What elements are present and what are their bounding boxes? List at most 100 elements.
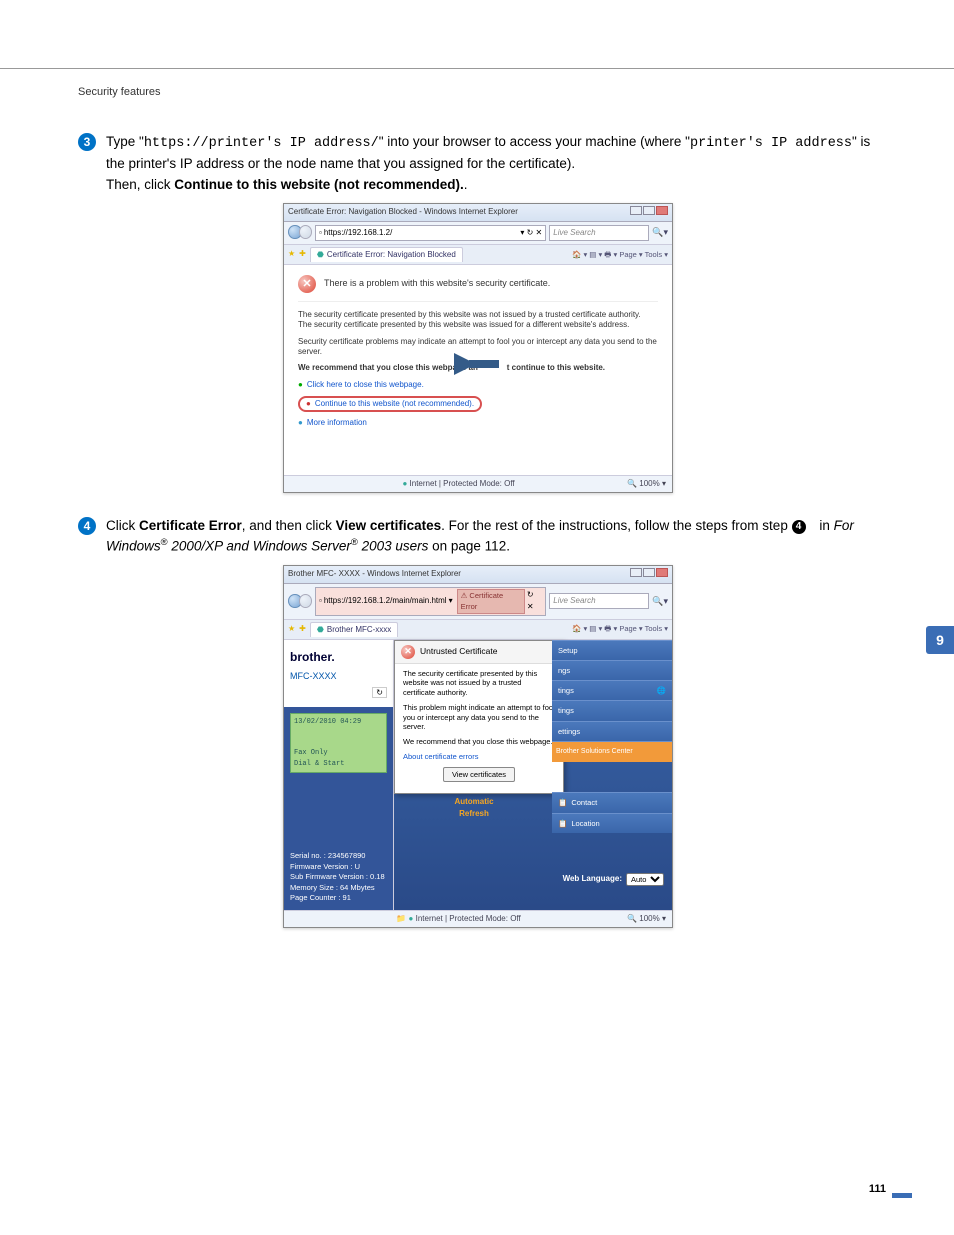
ie-tab-bar-2: ★ ✚ ⬣ Brother MFC-xxxx 🏠 ▾ ▤ ▾ 🖶 ▾ Page … bbox=[284, 620, 672, 640]
cert-para-1: The security certificate presented by th… bbox=[298, 310, 658, 331]
brother-solutions-center[interactable]: Brother Solutions Center bbox=[552, 741, 672, 763]
brother-model: MFC-XXXX bbox=[290, 670, 387, 684]
close-webpage-link[interactable]: Click here to close this webpage. bbox=[298, 380, 424, 389]
certificate-error-badge[interactable]: ⚠ Certificate Error bbox=[457, 589, 525, 614]
info-memory: Memory Size : 64 Mbytes bbox=[290, 883, 387, 894]
favorites-icon-2[interactable]: ★ bbox=[288, 623, 295, 635]
s4-i2: 2000/XP and Windows Server bbox=[168, 539, 351, 554]
refresh-icon[interactable]: ▾ ↻ ✕ bbox=[520, 227, 542, 239]
continue-website-link[interactable]: Continue to this website (not recommende… bbox=[298, 396, 482, 412]
brother-menu: Setup ngs tings 🌐 tings ettings Brother … bbox=[552, 640, 672, 833]
status-text-2: Internet | Protected Mode: Off bbox=[416, 914, 521, 923]
menu-item[interactable]: ettings bbox=[552, 721, 672, 741]
menu-location[interactable]: 📋 Location bbox=[552, 813, 672, 833]
add-fav-icon[interactable]: ✚ bbox=[299, 248, 306, 260]
step3-then-pre: Then, click bbox=[106, 177, 174, 192]
ie-window-brother: Brother MFC- XXXX - Windows Internet Exp… bbox=[283, 565, 673, 928]
view-certificates-button[interactable]: View certificates bbox=[443, 767, 515, 782]
popup-title: Untrusted Certificate bbox=[420, 645, 497, 658]
ie-window-cert-error: Certificate Error: Navigation Blocked - … bbox=[283, 203, 673, 493]
s4-i3: 2003 users bbox=[358, 539, 429, 554]
info-firmware: Firmware Version : U bbox=[290, 862, 387, 873]
ie-status-bar-2: 📁 ● Internet | Protected Mode: Off 🔍 100… bbox=[284, 910, 672, 927]
cert-error-page: ✕ There is a problem with this website's… bbox=[284, 265, 672, 475]
s4-r2: ® bbox=[351, 537, 358, 548]
menu-item[interactable]: ngs bbox=[552, 660, 672, 680]
callout-arrow-head bbox=[454, 353, 476, 375]
ie2-title-text: Brother MFC- XXXX - Windows Internet Exp… bbox=[288, 568, 461, 581]
shield-icon: ⬣ bbox=[317, 249, 324, 261]
s4-b2: View certificates bbox=[336, 518, 442, 533]
ie-toolbar[interactable]: 🏠 ▾ ▤ ▾ 🖶 ▾ Page ▾ Tools ▾ bbox=[572, 249, 668, 260]
address-bar-2[interactable]: ▫ https://192.168.1.2/main/main.html ▾ ⚠… bbox=[315, 587, 546, 616]
address-bar[interactable]: ▫ https://192.168.1.2/ ▾ ↻ ✕ bbox=[315, 225, 546, 241]
window-controls-2[interactable] bbox=[629, 568, 668, 581]
popup-p3: We recommend that you close this webpage… bbox=[403, 737, 555, 747]
step3-url: https://printer's IP address/ bbox=[144, 136, 379, 151]
web-language-select[interactable]: Auto bbox=[626, 873, 664, 886]
cert-error-heading: There is a problem with this website's s… bbox=[324, 277, 550, 291]
step-number-3: 3 bbox=[78, 133, 96, 151]
popup-p1: The security certificate presented by th… bbox=[403, 669, 555, 698]
popup-shield-icon: ✕ bbox=[401, 645, 415, 659]
page-tab-icon: ⬣ bbox=[317, 624, 324, 636]
search-go-icon[interactable]: 🔍▾ bbox=[652, 226, 668, 240]
error-shield-icon: ✕ bbox=[298, 275, 316, 293]
s4-p1: . For the rest of the instructions, foll… bbox=[441, 518, 791, 533]
step3-addr: printer's IP address bbox=[690, 136, 852, 151]
step-4: 4 Click Certificate Error, and then clic… bbox=[78, 516, 878, 557]
menu-setup[interactable]: Setup bbox=[552, 640, 672, 660]
untrusted-cert-popup: ✕ Untrusted Certificate The security cer… bbox=[394, 640, 564, 794]
cert-para-2: Security certificate problems may indica… bbox=[298, 337, 658, 358]
refresh-lcd-icon[interactable]: ↻ bbox=[372, 687, 387, 698]
zoom-level[interactable]: 🔍 100% ▾ bbox=[627, 478, 666, 490]
step3-text: Type " bbox=[106, 134, 144, 149]
lcd-time: 13/02/2010 04:29 bbox=[294, 717, 383, 728]
step3-then-bold: Continue to this website (not recommende… bbox=[174, 177, 464, 192]
tab-label-2: Brother MFC-xxxx bbox=[327, 624, 391, 636]
ie-tab-bar: ★ ✚ ⬣ Certificate Error: Navigation Bloc… bbox=[284, 245, 672, 265]
step-3: 3 Type "https://printer's IP address/" i… bbox=[78, 132, 878, 195]
tab-label: Certificate Error: Navigation Blocked bbox=[327, 249, 456, 261]
browser-tab[interactable]: ⬣ Certificate Error: Navigation Blocked bbox=[310, 247, 463, 262]
lcd-line1: Fax Only bbox=[294, 748, 383, 759]
menu-item[interactable]: tings 🌐 bbox=[552, 680, 672, 700]
favorites-icon[interactable]: ★ bbox=[288, 248, 295, 260]
address-text: https://192.168.1.2/ bbox=[324, 227, 393, 239]
globe-icon: 🌐 bbox=[657, 685, 666, 696]
zoom-level-2[interactable]: 🔍 100% ▾ bbox=[627, 913, 666, 925]
web-language: Web Language: Auto bbox=[563, 873, 664, 886]
menu-item[interactable]: tings bbox=[552, 700, 672, 720]
search-go-icon-2[interactable]: 🔍▾ bbox=[652, 595, 668, 609]
ie-titlebar: Certificate Error: Navigation Blocked - … bbox=[284, 204, 672, 222]
search-box-2[interactable]: Live Search bbox=[549, 593, 649, 609]
brother-main: ✕ Untrusted Certificate The security cer… bbox=[394, 640, 672, 910]
s4-pre: Click bbox=[106, 518, 139, 533]
brother-logo: brother. bbox=[290, 648, 387, 666]
refresh-icon-2[interactable]: ↻ ✕ bbox=[527, 589, 542, 613]
step3-mid: " into your browser to access your machi… bbox=[379, 134, 690, 149]
ie-nav-bar: ▫ https://192.168.1.2/ ▾ ↻ ✕ Live Search… bbox=[284, 222, 672, 245]
step3-then-post: . bbox=[464, 177, 468, 192]
search-box[interactable]: Live Search bbox=[549, 225, 649, 241]
device-info: Serial no. : 234567890 Firmware Version … bbox=[284, 845, 393, 910]
info-subfirmware: Sub Firmware Version : 0.18 bbox=[290, 872, 387, 883]
step-number-4: 4 bbox=[78, 517, 96, 535]
ie-toolbar-2[interactable]: 🏠 ▾ ▤ ▾ 🖶 ▾ Page ▾ Tools ▾ bbox=[572, 623, 668, 634]
add-fav-icon-2[interactable]: ✚ bbox=[299, 623, 306, 635]
lcd-line2: Dial & Start bbox=[294, 759, 383, 770]
auto-refresh-label: Automatic Refresh bbox=[424, 796, 524, 820]
forward-button[interactable] bbox=[299, 225, 313, 239]
page-icon-2: ▫ bbox=[319, 595, 322, 607]
window-controls[interactable] bbox=[629, 206, 668, 219]
web-lang-label: Web Language: bbox=[563, 873, 622, 885]
chapter-tab: 9 bbox=[926, 626, 954, 654]
address-text-2: https://192.168.1.2/main/main.html bbox=[324, 595, 447, 607]
more-information-link[interactable]: More information bbox=[298, 418, 367, 427]
about-cert-errors-link[interactable]: About certificate errors bbox=[403, 752, 478, 761]
brother-sidebar: brother. MFC-XXXX ↻ 13/02/2010 04:29 Fax… bbox=[284, 640, 394, 910]
menu-contact[interactable]: 📋 Contact bbox=[552, 792, 672, 812]
browser-tab-2[interactable]: ⬣ Brother MFC-xxxx bbox=[310, 622, 398, 637]
ie-status-bar: ● Internet | Protected Mode: Off 🔍 100% … bbox=[284, 475, 672, 492]
forward-button-2[interactable] bbox=[299, 594, 313, 608]
